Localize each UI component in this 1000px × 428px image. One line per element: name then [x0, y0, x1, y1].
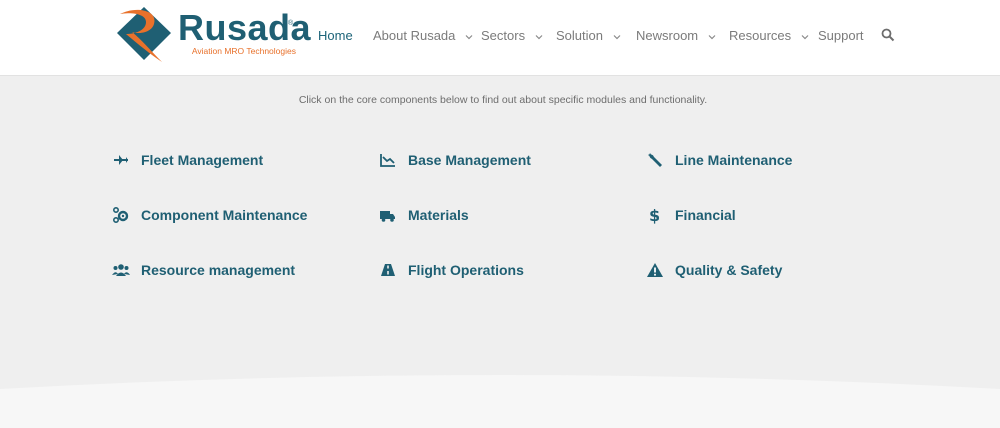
road-icon: [379, 261, 397, 279]
section-divider-curve: [0, 375, 1000, 428]
module-quality-safety[interactable]: Quality & Safety: [646, 259, 782, 281]
wrench-icon: [646, 151, 664, 169]
module-label: Component Maintenance: [141, 207, 308, 223]
module-label: Quality & Safety: [675, 262, 783, 278]
module-flight-operations[interactable]: Flight Operations: [379, 259, 524, 281]
nav-about-rusada[interactable]: About Rusada: [373, 29, 473, 43]
module-label: Flight Operations: [408, 262, 524, 278]
chart-icon: [379, 151, 397, 169]
nav-resources-label: Resources: [729, 28, 792, 43]
module-component-maintenance[interactable]: Component Maintenance: [112, 204, 307, 226]
nav-solution[interactable]: Solution: [556, 29, 621, 43]
truck-icon: [379, 206, 397, 224]
module-materials[interactable]: Materials: [379, 204, 469, 226]
nav-solution-label: Solution: [556, 28, 603, 43]
module-label: Materials: [408, 207, 469, 223]
nav-resources[interactable]: Resources: [729, 29, 809, 43]
nav-about-label: About Rusada: [373, 28, 456, 43]
module-label: Base Management: [408, 152, 531, 168]
nav-sectors[interactable]: Sectors: [481, 29, 543, 43]
nav-support[interactable]: Support: [818, 29, 864, 43]
chevron-down-icon: [613, 34, 621, 39]
main-nav: Home About Rusada Sectors Solution Newsr…: [0, 0, 1000, 75]
module-base-management[interactable]: Base Management: [379, 149, 531, 171]
module-resource-management[interactable]: Resource management: [112, 259, 295, 281]
module-line-maintenance[interactable]: Line Maintenance: [646, 149, 792, 171]
dollar-icon: $: [646, 206, 664, 224]
nav-home-label: Home: [318, 28, 353, 43]
nav-newsroom[interactable]: Newsroom: [636, 29, 716, 43]
nav-newsroom-label: Newsroom: [636, 28, 699, 43]
module-label: Financial: [675, 207, 736, 223]
nav-sectors-label: Sectors: [481, 28, 526, 43]
intro-text: Click on the core components below to fi…: [298, 94, 708, 106]
warning-icon: [646, 261, 664, 279]
module-fleet-management[interactable]: Fleet Management: [112, 149, 263, 171]
svg-text:$: $: [649, 206, 660, 224]
module-label: Fleet Management: [141, 152, 264, 168]
site-header: Rusada ® Aviation MRO Technologies Home …: [0, 0, 1000, 76]
nav-home[interactable]: Home: [318, 29, 353, 43]
chevron-down-icon: [801, 34, 809, 39]
plane-icon: [112, 151, 130, 169]
module-financial[interactable]: $ Financial: [646, 204, 736, 226]
users-icon: [112, 261, 130, 279]
nav-support-label: Support: [818, 28, 864, 43]
chevron-down-icon: [535, 34, 543, 39]
module-label: Line Maintenance: [675, 152, 793, 168]
cogs-icon: [112, 206, 130, 224]
chevron-down-icon: [465, 34, 473, 39]
module-label: Resource management: [141, 262, 296, 278]
chevron-down-icon: [708, 34, 716, 39]
search-icon[interactable]: [881, 28, 895, 42]
